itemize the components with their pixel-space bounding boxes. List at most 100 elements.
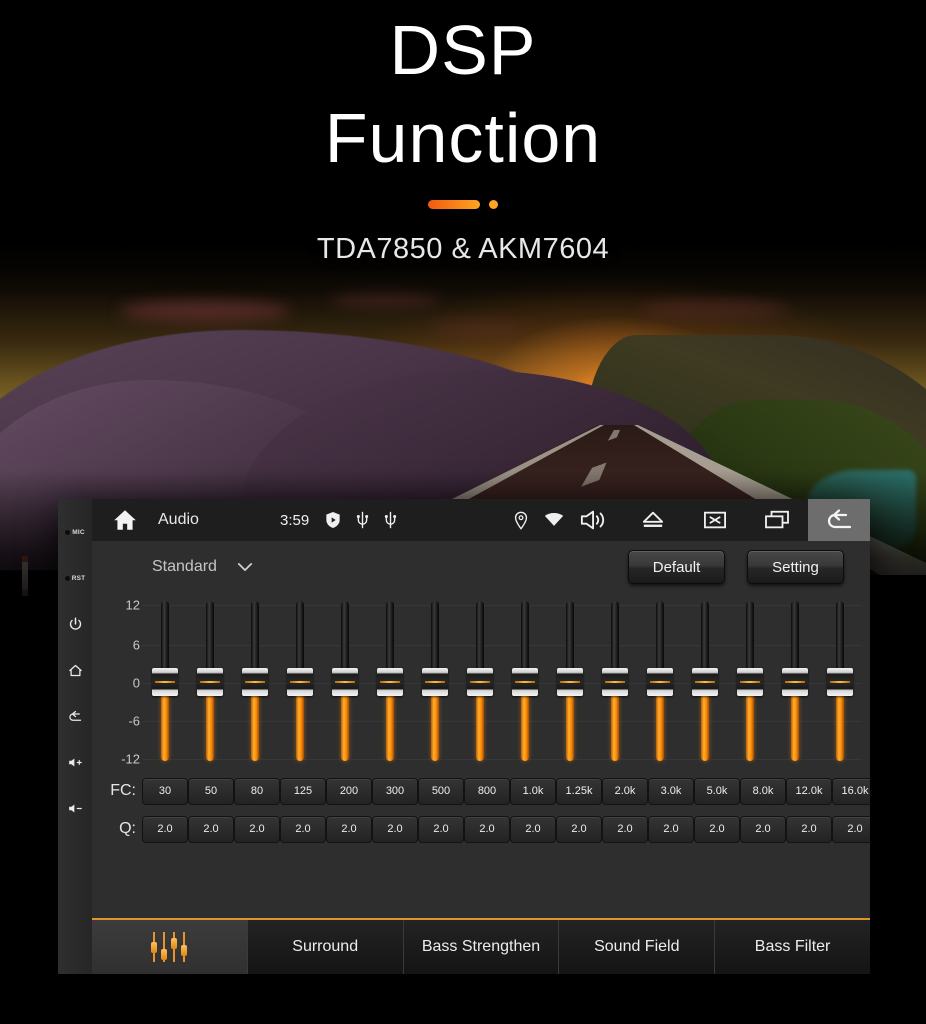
cell-wrap: 2.0 (188, 815, 234, 843)
fc-value-button[interactable]: 8.0k (740, 777, 786, 805)
slider-thumb[interactable] (646, 668, 673, 696)
wifi-button[interactable] (544, 512, 564, 528)
slider-thumb[interactable] (511, 668, 538, 696)
slider-thumb[interactable] (331, 668, 358, 696)
band-slider[interactable] (457, 593, 502, 771)
back-nav-button[interactable] (808, 499, 870, 541)
default-button[interactable]: Default (628, 550, 725, 584)
slider-thumb[interactable] (151, 668, 178, 696)
close-button[interactable] (684, 499, 746, 541)
preset-selector[interactable]: Standard (152, 558, 253, 576)
band-slider[interactable] (727, 593, 772, 771)
volume-up-button[interactable] (58, 739, 92, 785)
q-value-button[interactable]: 2.0 (556, 815, 602, 843)
fc-value-button[interactable]: 30 (142, 777, 188, 805)
band-slider[interactable] (142, 593, 187, 771)
fc-value-button[interactable]: 5.0k (694, 777, 740, 805)
eject-button[interactable] (622, 499, 684, 541)
eject-icon (642, 511, 664, 527)
slider-thumb[interactable] (466, 668, 493, 696)
fc-value-button[interactable]: 300 (372, 777, 418, 805)
rst-led[interactable]: RST (58, 555, 92, 601)
fc-value-button[interactable]: 16.0k (832, 777, 870, 805)
power-button[interactable] (58, 601, 92, 647)
fc-value-button[interactable]: 50 (188, 777, 234, 805)
q-value-button[interactable]: 2.0 (694, 815, 740, 843)
fc-value-button[interactable]: 1.0k (510, 777, 556, 805)
fc-value-button[interactable]: 500 (418, 777, 464, 805)
fc-value-button[interactable]: 3.0k (648, 777, 694, 805)
rst-led-dot[interactable] (64, 575, 70, 581)
band-slider[interactable] (547, 593, 592, 771)
q-value-button[interactable]: 2.0 (602, 815, 648, 843)
q-value-button[interactable]: 2.0 (832, 815, 870, 843)
band-slider[interactable] (232, 593, 277, 771)
q-value-button[interactable]: 2.0 (740, 815, 786, 843)
tab-bass-filter[interactable]: Bass Filter (715, 920, 870, 974)
tab-surround[interactable]: Surround (247, 920, 404, 974)
volume-button[interactable] (580, 508, 608, 532)
slider-thumb[interactable] (826, 668, 853, 696)
band-slider[interactable] (322, 593, 367, 771)
band-slider[interactable] (412, 593, 457, 771)
slider-track-lower (385, 685, 394, 761)
tab-equalizer[interactable] (92, 920, 248, 974)
slider-thumb[interactable] (601, 668, 628, 696)
band-slider[interactable] (637, 593, 682, 771)
cell-wrap: 2.0 (280, 815, 326, 843)
cell-wrap: 2.0 (602, 815, 648, 843)
fc-value-button[interactable]: 12.0k (786, 777, 832, 805)
tab-label: Bass Filter (754, 938, 831, 955)
q-value-button[interactable]: 2.0 (280, 815, 326, 843)
band-slider[interactable] (187, 593, 232, 771)
band-slider[interactable] (592, 593, 637, 771)
q-value-button[interactable]: 2.0 (648, 815, 694, 843)
slider-thumb[interactable] (556, 668, 583, 696)
band-slider[interactable] (502, 593, 547, 771)
q-value-button[interactable]: 2.0 (786, 815, 832, 843)
recents-button[interactable] (746, 499, 808, 541)
volume-down-button[interactable] (58, 785, 92, 831)
band-slider[interactable] (682, 593, 727, 771)
q-value-button[interactable]: 2.0 (326, 815, 372, 843)
back-button[interactable] (58, 693, 92, 739)
tab-bass-strengthen[interactable]: Bass Strengthen (403, 920, 560, 974)
chevron-down-icon (237, 563, 253, 571)
slider-thumb[interactable] (241, 668, 268, 696)
fc-value-button[interactable]: 80 (234, 777, 280, 805)
q-value-button[interactable]: 2.0 (234, 815, 280, 843)
setting-button[interactable]: Setting (747, 550, 844, 584)
slider-thumb[interactable] (421, 668, 448, 696)
q-value-button[interactable]: 2.0 (464, 815, 510, 843)
slider-thumb[interactable] (196, 668, 223, 696)
slider-thumb[interactable] (376, 668, 403, 696)
slider-thumb[interactable] (781, 668, 808, 696)
fc-value-button[interactable]: 1.25k (556, 777, 602, 805)
back-icon (68, 710, 81, 721)
location-pin-button[interactable] (514, 511, 528, 530)
q-value-button[interactable]: 2.0 (142, 815, 188, 843)
slider-thumb[interactable] (691, 668, 718, 696)
q-value-button[interactable]: 2.0 (510, 815, 556, 843)
band-slider[interactable] (277, 593, 322, 771)
q-value-button[interactable]: 2.0 (188, 815, 234, 843)
car-head-unit: MIC RST Audio 3:59 Standard Default Sett… (58, 499, 870, 974)
fc-value-button[interactable]: 200 (326, 777, 372, 805)
band-slider[interactable] (817, 593, 862, 771)
slider-thumb[interactable] (736, 668, 763, 696)
band-slider[interactable] (772, 593, 817, 771)
cell-wrap: 2.0 (740, 815, 786, 843)
slider-thumb[interactable] (286, 668, 313, 696)
fc-value-button[interactable]: 125 (280, 777, 326, 805)
fc-value-button[interactable]: 800 (464, 777, 510, 805)
q-value-button[interactable]: 2.0 (372, 815, 418, 843)
fc-value-button[interactable]: 2.0k (602, 777, 648, 805)
cell-wrap: 1.0k (510, 777, 556, 805)
band-slider[interactable] (367, 593, 412, 771)
cell-wrap: 16.0k (832, 777, 870, 805)
tab-sound-field[interactable]: Sound Field (559, 920, 716, 974)
q-value-button[interactable]: 2.0 (418, 815, 464, 843)
statusbar-home-button[interactable] (92, 507, 158, 533)
bottom-tab-bar: Surround Bass Strengthen Sound Field Bass F… (92, 918, 870, 974)
home-button[interactable] (58, 647, 92, 693)
